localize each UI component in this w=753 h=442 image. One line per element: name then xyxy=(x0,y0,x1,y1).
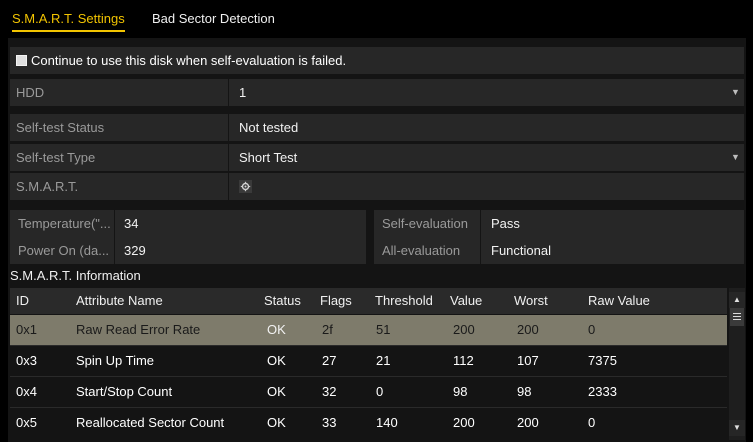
cell-raw-value: 0 xyxy=(588,322,596,337)
selftest-type-label: Self-test Type xyxy=(16,150,96,165)
continue-option-row: Continue to use this disk when self-eval… xyxy=(10,47,744,74)
table-row[interactable]: 0x5 Reallocated Sector Count OK 33 140 2… xyxy=(10,408,727,438)
cell-worst: 200 xyxy=(517,322,539,337)
column-header-raw-value[interactable]: Raw Value xyxy=(588,288,650,314)
cell-flags: 27 xyxy=(322,353,337,368)
column-header-id[interactable]: ID xyxy=(16,288,29,314)
temperature-row: Temperature("... 34 xyxy=(10,210,366,237)
table-row[interactable]: 0x1 Raw Read Error Rate OK 2f 51 200 200… xyxy=(10,315,727,345)
selftest-status-label: Self-test Status xyxy=(16,120,105,135)
cell-raw-value: 2333 xyxy=(588,384,617,399)
cell-id: 0x4 xyxy=(16,384,37,399)
cell-value: 200 xyxy=(453,322,475,337)
temperature-value: 34 xyxy=(124,216,139,231)
tab-bad-sector-detection[interactable]: Bad Sector Detection xyxy=(152,8,275,30)
cell-attribute-name: Start/Stop Count xyxy=(76,384,173,399)
cell-attribute-name: Raw Read Error Rate xyxy=(76,322,201,337)
cell-raw-value: 0 xyxy=(588,415,596,430)
power-on-value: 329 xyxy=(124,243,146,258)
cell-attribute-name: Reallocated Sector Count xyxy=(76,415,225,430)
scroll-down-icon[interactable]: ▼ xyxy=(729,420,745,436)
cell-flags: 32 xyxy=(322,384,337,399)
continue-checkbox[interactable] xyxy=(16,55,27,66)
column-header-threshold[interactable]: Threshold xyxy=(375,288,433,314)
cell-status: OK xyxy=(267,415,286,430)
column-header-flags[interactable]: Flags xyxy=(320,288,352,314)
self-evaluation-label: Self-evaluation xyxy=(382,216,468,231)
selftest-status-row: Self-test Status Not tested xyxy=(10,114,744,141)
table-header: ID Attribute Name Status Flags Threshold… xyxy=(10,288,727,314)
smart-information-title: S.M.A.R.T. Information xyxy=(10,268,141,283)
selftest-status-value: Not tested xyxy=(239,120,299,135)
self-evaluation-row: Self-evaluation Pass xyxy=(374,210,744,237)
hdd-label: HDD xyxy=(16,85,45,100)
table-row[interactable]: 0x3 Spin Up Time OK 27 21 112 107 7375 xyxy=(10,346,727,376)
smart-information-table: ID Attribute Name Status Flags Threshold… xyxy=(10,288,745,440)
selftest-type-select[interactable]: Short Test ▼ xyxy=(229,144,744,171)
selftest-type-value: Short Test xyxy=(239,150,298,165)
tab-smart-settings[interactable]: S.M.A.R.T. Settings xyxy=(12,8,125,32)
cell-attribute-name: Spin Up Time xyxy=(76,353,155,368)
column-header-attribute-name[interactable]: Attribute Name xyxy=(76,288,163,314)
cell-status: OK xyxy=(267,353,286,368)
cell-id: 0x1 xyxy=(16,322,37,337)
table-row[interactable]: 0x4 Start/Stop Count OK 32 0 98 98 2333 xyxy=(10,377,727,407)
hdd-row: HDD 1 ▼ xyxy=(10,79,744,106)
selftest-type-row: Self-test Type Short Test ▼ xyxy=(10,144,744,171)
all-evaluation-value: Functional xyxy=(491,243,551,258)
cell-flags: 2f xyxy=(322,322,333,337)
cell-worst: 107 xyxy=(517,353,539,368)
smart-settings-panel: Continue to use this disk when self-eval… xyxy=(8,38,746,442)
cell-status: OK xyxy=(267,322,286,337)
smart-label: S.M.A.R.T. xyxy=(16,179,79,194)
table-scrollbar[interactable]: ▲ ▼ xyxy=(729,288,745,440)
hdd-select[interactable]: 1 ▼ xyxy=(229,79,744,106)
column-header-worst[interactable]: Worst xyxy=(514,288,548,314)
cell-threshold: 140 xyxy=(376,415,398,430)
active-tab-indicator xyxy=(12,30,125,32)
cell-status: OK xyxy=(267,384,286,399)
cell-id: 0x5 xyxy=(16,415,37,430)
cell-value: 200 xyxy=(453,415,475,430)
cell-raw-value: 7375 xyxy=(588,353,617,368)
power-on-row: Power On (da... 329 xyxy=(10,237,366,264)
all-evaluation-row: All-evaluation Functional xyxy=(374,237,744,264)
cell-threshold: 21 xyxy=(376,353,391,368)
cell-threshold: 51 xyxy=(376,322,391,337)
cell-value: 112 xyxy=(453,353,474,368)
temperature-label: Temperature("... xyxy=(18,216,111,231)
tab-bar: S.M.A.R.T. Settings Bad Sector Detection xyxy=(0,0,753,34)
cell-id: 0x3 xyxy=(16,353,37,368)
continue-option-label: Continue to use this disk when self-eval… xyxy=(31,53,347,68)
column-header-value[interactable]: Value xyxy=(450,288,482,314)
all-evaluation-label: All-evaluation xyxy=(382,243,461,258)
scroll-up-icon[interactable]: ▲ xyxy=(729,292,745,308)
hdd-value: 1 xyxy=(239,85,247,100)
cell-worst: 98 xyxy=(517,384,532,399)
scroll-thumb[interactable] xyxy=(730,308,744,326)
gear-icon[interactable] xyxy=(239,180,252,193)
cell-flags: 33 xyxy=(322,415,337,430)
power-on-label: Power On (da... xyxy=(18,243,110,258)
cell-value: 98 xyxy=(453,384,468,399)
chevron-down-icon: ▼ xyxy=(731,152,740,162)
smart-row: S.M.A.R.T. xyxy=(10,173,744,200)
cell-threshold: 0 xyxy=(376,384,384,399)
self-evaluation-value: Pass xyxy=(491,216,520,231)
cell-worst: 200 xyxy=(517,415,539,430)
chevron-down-icon: ▼ xyxy=(731,87,740,97)
column-header-status[interactable]: Status xyxy=(264,288,301,314)
